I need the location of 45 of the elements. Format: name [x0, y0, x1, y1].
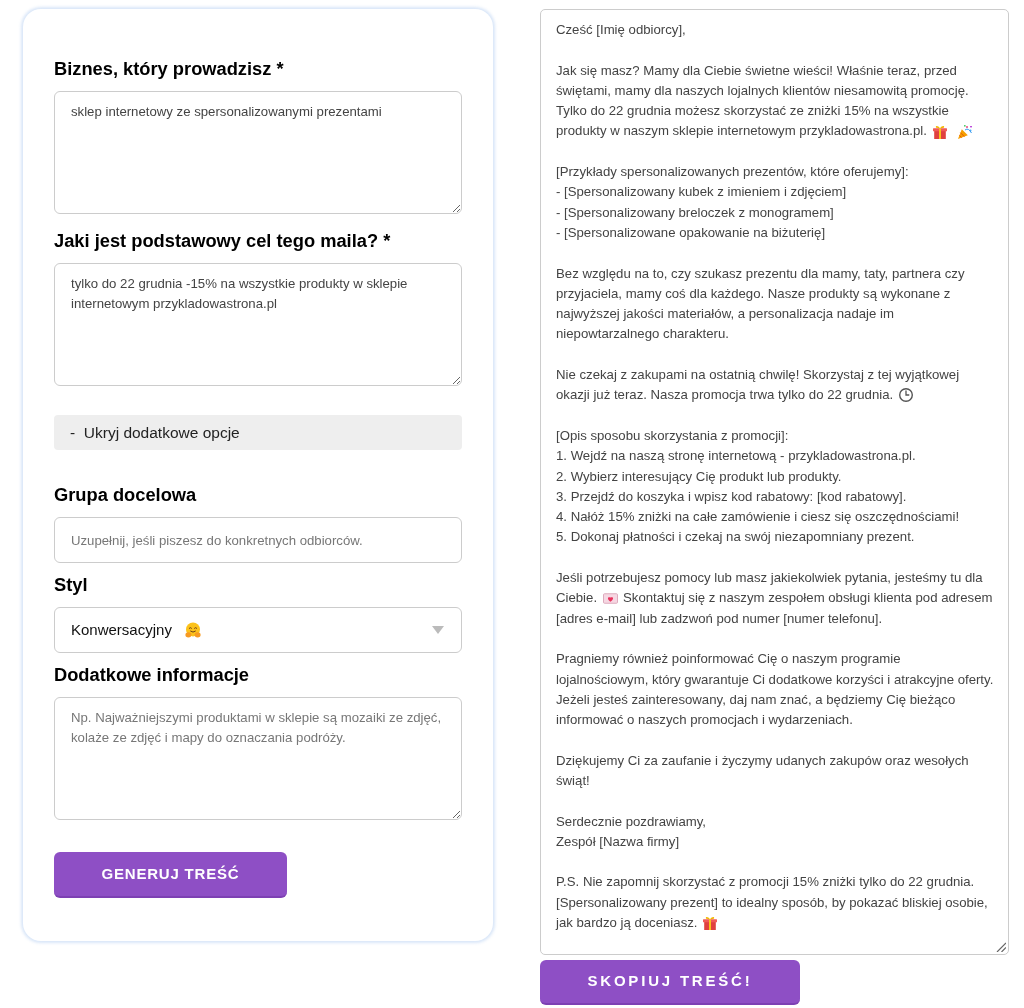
- email-text: 4. Nałóż 15% zniżki na całe zamówienie i ciesz się oszczędnościami!: [556, 509, 960, 525]
- field-label: Jaki jest podstawowy cel tego maila? *: [54, 230, 392, 252]
- email-text: - [Spersonalizowany breloczek z monogramem]: [556, 204, 834, 220]
- textarea-field[interactable]: Np. Najważniejszymi produktami w sklepie są mozaiki ze zdjęć, kolaże ze zdjęć i mapy do oznaczania podróży.: [54, 697, 462, 820]
- caret-icon: [432, 626, 444, 634]
- field-label: Grupa docelowa: [54, 484, 198, 506]
- generate-button[interactable]: GENERUJ TREŚĆ: [54, 852, 287, 898]
- email-text: Zespół [Nazwa firmy]: [556, 833, 680, 849]
- clock-icon: [899, 388, 914, 403]
- email-text: Bez względu na to, czy szukasz prezentu dla mamy, taty, partnera czy przyjaciela, mamy coś dla każdego. Nasze produkty są wykonane z najwyższej jakości materiałów, a personalizacja nadaje im niepowtarzalnego charakteru.: [556, 265, 965, 342]
- email-text: jak bardzo ją doceniasz.: [556, 914, 698, 933]
- email-text: Pragniemy również poinformować Cię o naszym programie lojalnościowym, który gwarantuje Ci dodatkowe korzyści i atrakcyjne oferty. Jeżeli jesteś zainteresowany, daj nam znać, a będziemy Cię bieżąco informować o naszych promocjach i wydarzeniach.: [556, 651, 994, 728]
- copy-button[interactable]: SKOPIUJ TREŚĆ!: [540, 960, 800, 1005]
- style-select[interactable]: Konwersacyjny: [54, 607, 462, 653]
- email-text: 1. Wejdź na naszą stronę internetową - przykladowastrona.pl.: [556, 448, 916, 464]
- email-text: produkty w naszym sklepie internetowym przykladowastrona.pl.: [556, 122, 927, 141]
- email-text: [adres e-mail] lub zadzwoń pod numer [numer telefonu].: [556, 610, 883, 626]
- email-text: Jeśli potrzebujesz pomocy lub masz jakiekolwiek pytania, jesteśmy tu dla: [556, 570, 983, 585]
- text-input-field[interactable]: Uzupełnij, jeśli piszesz do konkretnych odbiorców.: [54, 517, 462, 563]
- email-text: Serdecznie pozdrawiamy,: [556, 813, 706, 829]
- email-text: Dziękujemy Ci za zaufanie i życzymy udanych zakupów oraz wesołych świąt!: [556, 752, 969, 788]
- field-label: Styl: [54, 574, 89, 596]
- email-text: Skontaktuj się z naszym zespołem obsługi klienta pod adresem: [623, 589, 993, 608]
- textarea-field[interactable]: sklep internetowy ze spersonalizowanymi prezentami: [54, 91, 462, 214]
- gift-icon: [703, 916, 718, 931]
- hugging-face-icon: [184, 622, 201, 638]
- email-text: 5. Dokonaj płatności i czekaj na swój niezapomniany prezent.: [556, 529, 915, 545]
- email-text: Cześć [Imię odbiorcy],: [556, 22, 686, 37]
- options-toggle[interactable]: - Ukryj dodatkowe opcje: [54, 415, 462, 450]
- textarea-field[interactable]: tylko do 22 grudnia -15% na wszystkie produkty w sklepie internetowym przykladowastrona.pl: [54, 263, 462, 386]
- resize-handle-icon[interactable]: [996, 942, 1006, 952]
- email-output-field[interactable]: [540, 9, 1009, 955]
- email-text: Ciebie.: [556, 589, 598, 608]
- email-text: [Opis sposobu skorzystania z promocji]:: [556, 427, 789, 443]
- email-text: [Przykłady spersonalizowanych prezentów, które oferujemy]:: [556, 164, 909, 180]
- field-label: Biznes, który prowadzisz *: [54, 58, 285, 80]
- gift-icon: [932, 124, 947, 139]
- email-text: - [Spersonalizowany kubek z imieniem i zdjęciem]: [556, 184, 847, 200]
- field-label: Dodatkowe informacje: [54, 664, 251, 686]
- email-text: 3. Przejdź do koszyka i wpisz kod rabatowy: [kod rabatowy].: [556, 488, 907, 504]
- email-text: - [Spersonalizowane opakowanie na biżuterię]: [556, 224, 826, 240]
- party-popper-icon: [957, 124, 972, 139]
- email-text: 2. Wybierz interesujący Cię produkt lub produkty.: [556, 468, 842, 484]
- email-text: Nie czekaj z zakupami na ostatnią chwilę! Skorzystaj z tej wyjątkowej: [556, 367, 960, 383]
- email-text: okazji już teraz. Nasza promocja trwa tylko do 22 grudnia.: [556, 386, 894, 405]
